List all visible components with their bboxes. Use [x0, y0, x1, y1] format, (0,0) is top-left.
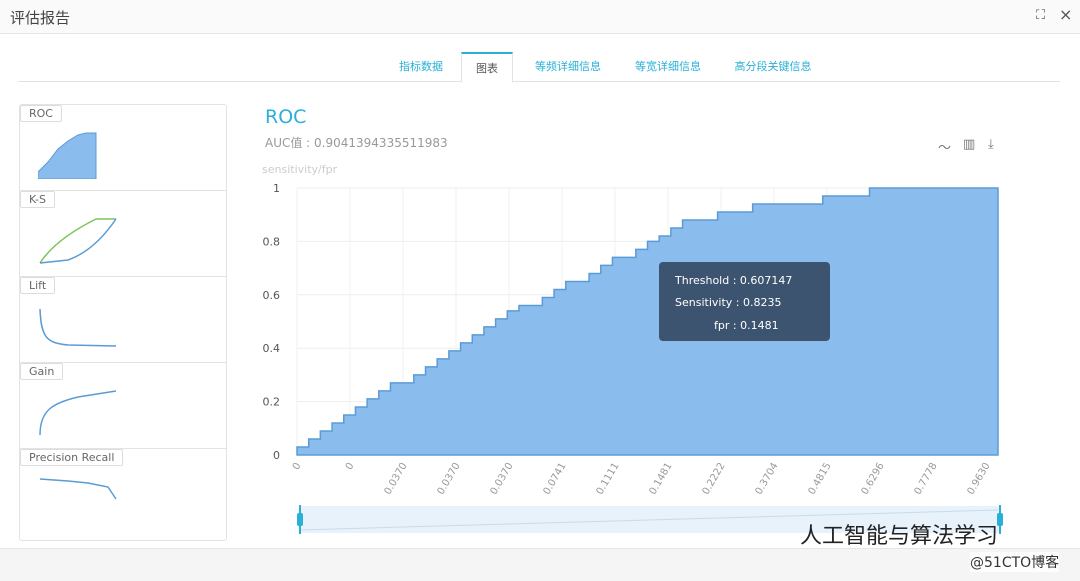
watermark-source: @51CTO博客	[970, 552, 1060, 572]
x-tick-label: 0.0370	[436, 461, 463, 497]
x-tick-label: 0.4815	[807, 461, 834, 497]
footer-bar	[0, 548, 1080, 581]
x-tick-label: 0	[344, 461, 357, 472]
x-tick-label: 0.3704	[754, 461, 781, 497]
zoom-slider-handle[interactable]	[297, 513, 303, 526]
x-tick-label: 0.6296	[860, 461, 887, 497]
x-tick-label: 0.0370	[383, 461, 410, 497]
tooltip-sensitivity: Sensitivity : 0.8235	[675, 296, 782, 309]
tooltip-threshold: Threshold : 0.607147	[675, 274, 793, 287]
x-tick-label: 0.1481	[648, 461, 675, 497]
tooltip-fpr: fpr : 0.1481	[714, 319, 779, 332]
x-tick-label: 0.9630	[966, 461, 993, 497]
roc-area	[296, 187, 999, 456]
y-tick-label: 0.8	[263, 235, 281, 248]
chart-tooltip: Threshold : 0.607147 Sensitivity : 0.823…	[659, 262, 830, 341]
roc-chart[interactable]: 00.20.40.60.810 0 0.0370 0.0370 0.0370 0.0741…	[0, 0, 1080, 581]
y-tick-label: 0.6	[263, 289, 281, 302]
x-tick-label: 0.1111	[595, 461, 622, 497]
x-tick-label: 0.0370	[489, 461, 516, 497]
x-tick-label: 0	[291, 461, 304, 472]
y-tick-label: 0.4	[263, 342, 281, 355]
x-tick-label: 0.2222	[701, 461, 728, 497]
y-tick-label: 1	[273, 182, 280, 195]
x-tick-label: 0.0741	[542, 461, 569, 497]
y-tick-label: 0	[273, 449, 280, 462]
y-tick-label: 0.2	[263, 396, 281, 409]
watermark-text: 人工智能与算法学习	[800, 524, 999, 549]
x-tick-label: 0.7778	[913, 461, 940, 497]
